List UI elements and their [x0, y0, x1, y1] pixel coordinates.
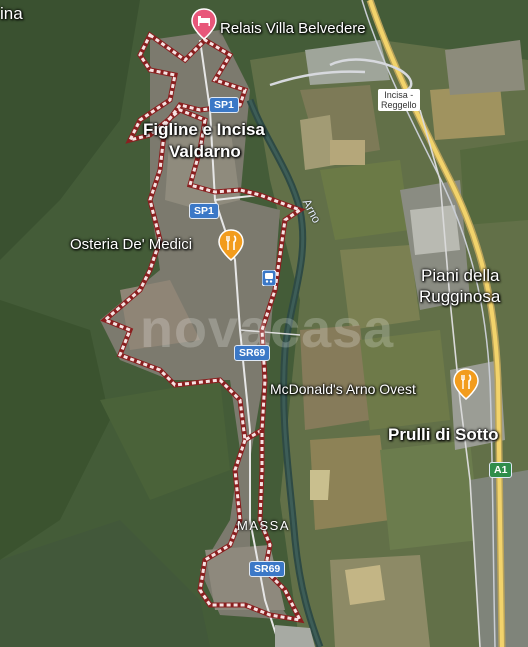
town-label-line1[interactable]: Figline e Incisa	[143, 120, 265, 140]
motorway-exit-label: Incisa - Reggello	[378, 89, 420, 111]
map-view[interactable]: novacasa ina Relais Villa Belvedere Figl…	[0, 0, 528, 647]
piani-label-line2[interactable]: Rugginosa	[419, 287, 500, 307]
partial-place-label[interactable]: ina	[0, 4, 23, 24]
road-shield-sr69: SR69	[249, 561, 286, 577]
relais-label[interactable]: Relais Villa Belvedere	[220, 20, 366, 37]
restaurant-pin-icon[interactable]	[218, 229, 244, 261]
piani-label-line1[interactable]: Piani della	[421, 266, 499, 286]
osteria-label[interactable]: Osteria De' Medici	[70, 236, 192, 253]
town-label-line2[interactable]: Valdarno	[169, 142, 241, 162]
road-shield-sp1: SP1	[189, 203, 219, 219]
exit-line1: Incisa -	[384, 90, 414, 100]
restaurant-pin-icon[interactable]	[453, 368, 479, 400]
road-shield-sr69: SR69	[234, 345, 271, 361]
road-shield-a1: A1	[489, 462, 513, 478]
hotel-pin-icon[interactable]	[191, 8, 217, 40]
train-station-icon[interactable]	[262, 270, 276, 286]
massa-label[interactable]: MASSA	[237, 518, 290, 533]
exit-line2: Reggello	[381, 100, 417, 110]
prulli-label[interactable]: Prulli di Sotto	[388, 425, 499, 445]
mcdonalds-label[interactable]: McDonald's Arno Ovest	[270, 381, 416, 397]
road-shield-sp1: SP1	[209, 97, 239, 113]
